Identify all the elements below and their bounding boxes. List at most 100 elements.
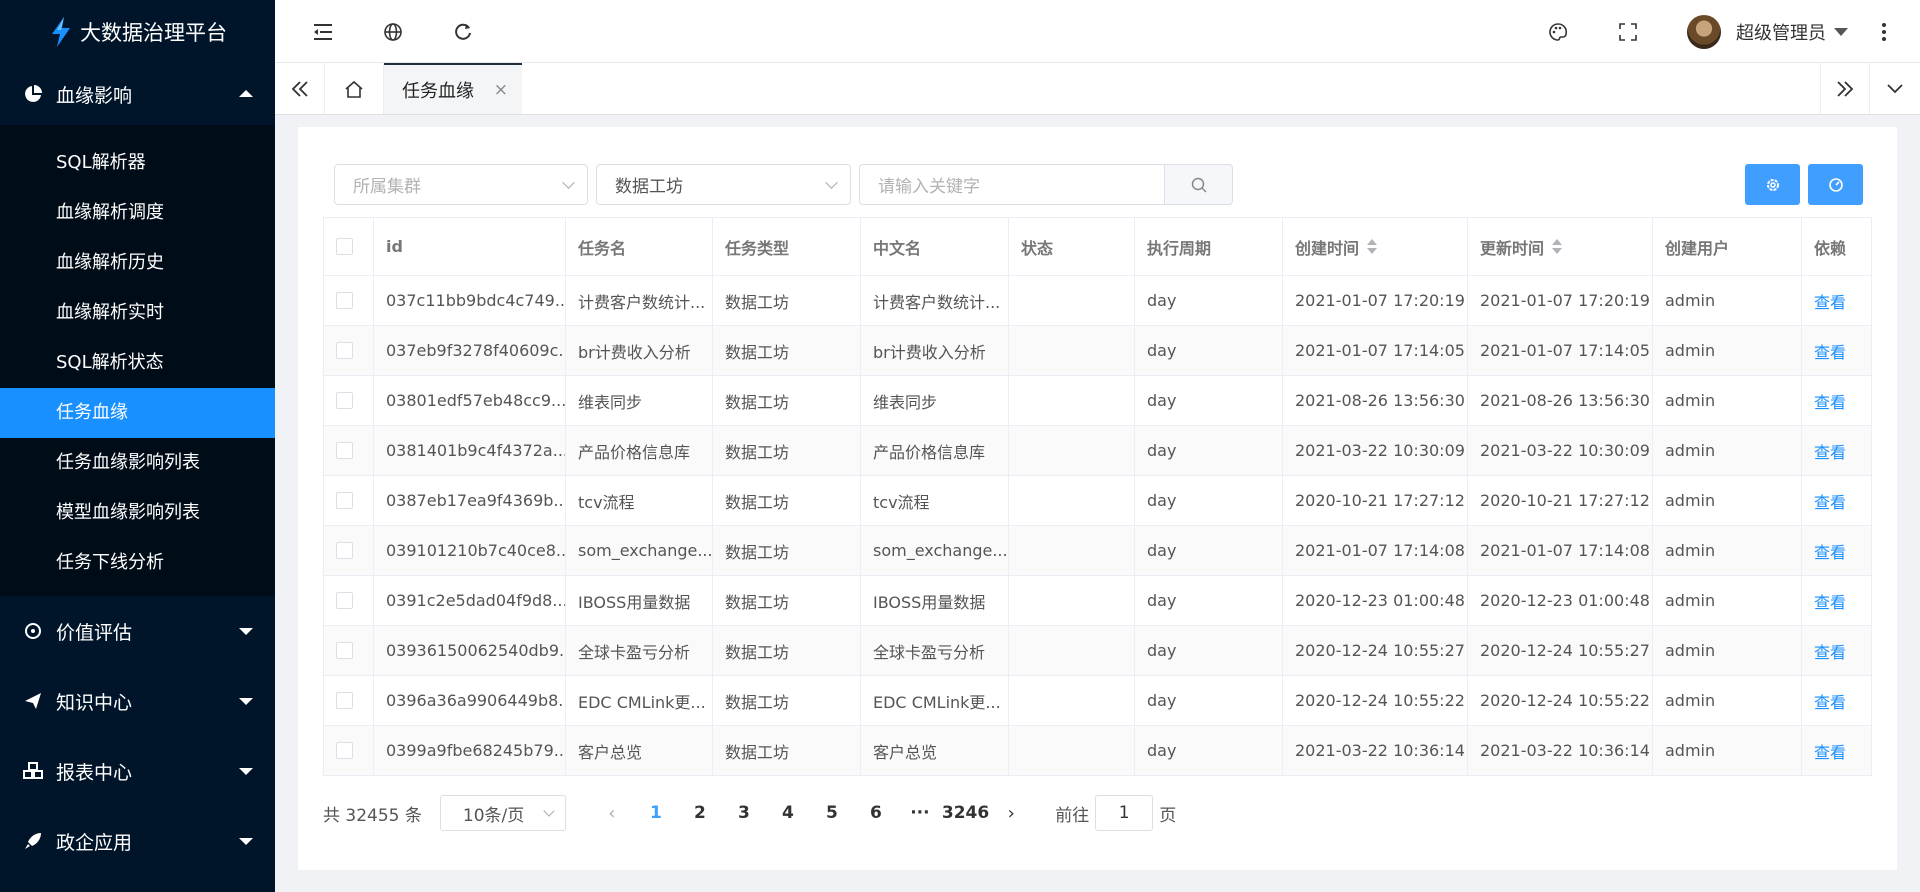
- table-row[interactable]: 0396a36a9906449b8... EDC CMLink更... 数据工坊 ED…: [323, 676, 1872, 726]
- page-number[interactable]: 6: [854, 803, 898, 823]
- sidebar-item-lineage-history[interactable]: 血缘解析历史: [0, 238, 275, 288]
- column-header-status[interactable]: 状态: [1009, 218, 1135, 275]
- row-checkbox[interactable]: [336, 292, 353, 309]
- page-size-select[interactable]: 10条/页: [439, 795, 566, 831]
- sidebar-item-task-lineage[interactable]: 任务血缘: [0, 388, 275, 438]
- sort-icon[interactable]: [1552, 239, 1563, 254]
- row-checkbox[interactable]: [336, 742, 353, 759]
- sidebar-group-reports[interactable]: 报表中心: [0, 736, 275, 806]
- globe-icon[interactable]: [380, 19, 406, 45]
- prev-page-button[interactable]: ‹: [590, 803, 634, 824]
- sidebar-group-lineage[interactable]: 血缘影响: [0, 63, 275, 125]
- next-page-button[interactable]: ›: [989, 803, 1033, 824]
- sidebar-item-sql-parser[interactable]: SQL解析器: [0, 138, 275, 188]
- page-number[interactable]: 4: [766, 803, 810, 823]
- sidebar-item-lineage-schedule[interactable]: 血缘解析调度: [0, 188, 275, 238]
- more-vertical-icon[interactable]: [1871, 19, 1897, 45]
- sidebar-group-knowledge[interactable]: 知识中心: [0, 666, 275, 736]
- row-checkbox[interactable]: [336, 392, 353, 409]
- keyword-input[interactable]: 请输入关键字: [859, 164, 1165, 205]
- table-row[interactable]: 0381401b9c4f4372a... 产品价格信息库 数据工坊 产品价格信息库 da…: [323, 426, 1872, 476]
- row-checkbox[interactable]: [336, 592, 353, 609]
- page-number[interactable]: 1: [634, 803, 678, 823]
- cell-created-time: 2020-12-23 01:00:48: [1283, 576, 1468, 625]
- page-number[interactable]: 3246: [942, 803, 989, 823]
- sidebar-group-value[interactable]: 价值评估: [0, 596, 275, 666]
- cell-cycle: day: [1135, 526, 1283, 575]
- cell-status: [1009, 526, 1135, 575]
- column-header-updated[interactable]: 更新时间: [1468, 218, 1653, 275]
- page-number[interactable]: 5: [810, 803, 854, 823]
- sidebar-item-task-impact-list[interactable]: 任务血缘影响列表: [0, 438, 275, 488]
- column-header-cycle[interactable]: 执行周期: [1135, 218, 1283, 275]
- column-header-type[interactable]: 任务类型: [713, 218, 861, 275]
- row-checkbox[interactable]: [336, 442, 353, 459]
- sidebar-item-model-impact-list[interactable]: 模型血缘影响列表: [0, 488, 275, 538]
- page-ellipsis[interactable]: ···: [898, 803, 942, 823]
- select-all-checkbox[interactable]: [336, 238, 353, 255]
- table-row[interactable]: 0391c2e5dad04f9d8... IBOSS用量数据 数据工坊 IBOSS用量…: [323, 576, 1872, 626]
- row-checkbox[interactable]: [336, 342, 353, 359]
- refresh-icon[interactable]: [450, 19, 476, 45]
- sort-icon[interactable]: [1367, 239, 1378, 254]
- palette-icon[interactable]: [1545, 19, 1571, 45]
- column-header-created[interactable]: 创建时间: [1283, 218, 1468, 275]
- dashboard-button[interactable]: [1808, 164, 1863, 205]
- close-icon[interactable]: ×: [494, 80, 508, 100]
- goto-page-input[interactable]: 1: [1095, 795, 1154, 831]
- user-name: 超级管理员: [1736, 23, 1826, 44]
- sidebar-group-enterprise[interactable]: 政企应用: [0, 806, 275, 876]
- column-header-name[interactable]: 任务名: [566, 218, 713, 275]
- sidebar-group-label: 报表中心: [56, 761, 133, 784]
- caret-down-icon: [1834, 28, 1848, 36]
- row-select-cell: [323, 576, 374, 625]
- cell-dependency[interactable]: 查看: [1802, 626, 1872, 675]
- row-select-cell: [323, 526, 374, 575]
- search-button[interactable]: [1164, 164, 1233, 205]
- cell-dependency[interactable]: 查看: [1802, 476, 1872, 525]
- table-row[interactable]: 03801edf57eb48cc9... 维表同步 数据工坊 维表同步 day 2021-…: [323, 376, 1872, 426]
- cell-task-name: 全球卡盈亏分析: [566, 626, 713, 675]
- table-row[interactable]: 03936150062540db9... 全球卡盈亏分析 数据工坊 全球卡盈亏分析 da…: [323, 626, 1872, 676]
- table-row[interactable]: 037c11bb9bdc4c749... 计费客户数统计... 数据工坊 计费客户数统…: [323, 276, 1872, 326]
- cell-chinese-name: som_exchange...: [861, 526, 1009, 575]
- home-icon[interactable]: [325, 63, 384, 114]
- page-number[interactable]: 2: [678, 803, 722, 823]
- table-row[interactable]: 0399a9fbe68245b79... 客户总览 数据工坊 客户总览 day 2021-…: [323, 726, 1872, 776]
- tab-task-lineage[interactable]: 任务血缘 ×: [384, 63, 522, 114]
- settings-button[interactable]: [1745, 164, 1800, 205]
- page-number[interactable]: 3: [722, 803, 766, 823]
- app-logo[interactable]: 大数据治理平台: [0, 0, 275, 63]
- sidebar-item-lineage-realtime[interactable]: 血缘解析实时: [0, 288, 275, 338]
- cell-dependency[interactable]: 查看: [1802, 726, 1872, 775]
- menu-fold-icon[interactable]: [310, 19, 336, 45]
- user-menu[interactable]: 超级管理员: [1687, 14, 1848, 50]
- fullscreen-icon[interactable]: [1615, 19, 1641, 45]
- double-right-icon[interactable]: [1820, 63, 1870, 114]
- row-checkbox[interactable]: [336, 492, 353, 509]
- column-header-id[interactable]: id: [374, 218, 566, 275]
- cell-dependency[interactable]: 查看: [1802, 376, 1872, 425]
- cell-dependency[interactable]: 查看: [1802, 276, 1872, 325]
- table-row[interactable]: 0387eb17ea9f4369b... tcv流程 数据工坊 tcv流程 day 202…: [323, 476, 1872, 526]
- workshop-select[interactable]: 数据工坊: [596, 164, 851, 205]
- cell-dependency[interactable]: 查看: [1802, 576, 1872, 625]
- cluster-select[interactable]: 所属集群: [334, 164, 588, 205]
- sidebar-item-task-offline[interactable]: 任务下线分析: [0, 538, 275, 588]
- cell-dependency[interactable]: 查看: [1802, 676, 1872, 725]
- chevron-down-icon[interactable]: [1870, 63, 1920, 114]
- cell-created-user: admin: [1653, 626, 1802, 675]
- double-left-icon[interactable]: [275, 63, 325, 114]
- cell-dependency[interactable]: 查看: [1802, 526, 1872, 575]
- table-row[interactable]: 039101210b7c40ce8... som_exchange... 数据工坊 s…: [323, 526, 1872, 576]
- cell-dependency[interactable]: 查看: [1802, 426, 1872, 475]
- column-header-cn[interactable]: 中文名: [861, 218, 1009, 275]
- table-row[interactable]: 037eb9f3278f40609c... br计费收入分析 数据工坊 br计费收入分…: [323, 326, 1872, 376]
- sidebar-item-sql-status[interactable]: SQL解析状态: [0, 338, 275, 388]
- row-checkbox[interactable]: [336, 642, 353, 659]
- row-checkbox[interactable]: [336, 542, 353, 559]
- row-checkbox[interactable]: [336, 692, 353, 709]
- column-header-dep[interactable]: 依赖: [1802, 218, 1872, 275]
- column-header-user[interactable]: 创建用户: [1653, 218, 1802, 275]
- cell-dependency[interactable]: 查看: [1802, 326, 1872, 375]
